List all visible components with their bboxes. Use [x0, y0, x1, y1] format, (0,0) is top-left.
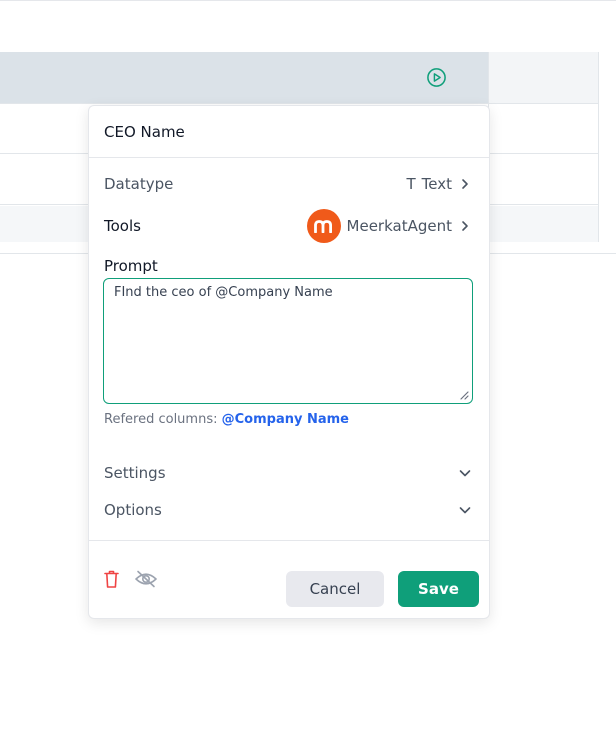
- tools-selector[interactable]: MeerkatAgent: [306, 209, 472, 243]
- tools-label: Tools: [104, 217, 141, 235]
- play-circle-icon[interactable]: [426, 67, 447, 88]
- trash-icon[interactable]: [103, 569, 120, 589]
- prompt-text: FInd the ceo of @Company Name: [114, 285, 333, 300]
- m-letter-icon: [313, 220, 332, 233]
- referred-columns: Refered columns: @Company Name: [104, 412, 349, 427]
- datatype-row[interactable]: Datatype T Text: [104, 173, 472, 195]
- prompt-textarea[interactable]: FInd the ceo of @Company Name: [103, 278, 473, 404]
- save-button[interactable]: Save: [398, 571, 479, 607]
- text-type-icon: T: [406, 175, 416, 193]
- column-name[interactable]: CEO Name: [104, 123, 185, 141]
- chevron-down-icon[interactable]: [458, 466, 472, 480]
- datatype-selector[interactable]: T Text: [406, 175, 472, 193]
- options-label: Options: [104, 501, 162, 519]
- referred-columns-label: Refered columns:: [104, 412, 218, 427]
- column-editor-popover: CEO Name Datatype T Text Tools MeerkatAg…: [88, 105, 490, 619]
- divider: [89, 157, 489, 158]
- settings-row[interactable]: Settings: [104, 462, 472, 484]
- column-header[interactable]: [0, 52, 488, 103]
- options-row[interactable]: Options: [104, 499, 472, 521]
- chevron-right-icon: [462, 221, 468, 231]
- cancel-button[interactable]: Cancel: [286, 571, 384, 607]
- top-border: [0, 0, 616, 1]
- agent-name: MeerkatAgent: [346, 217, 452, 235]
- datatype-label: Datatype: [104, 175, 174, 193]
- resize-handle-icon[interactable]: [459, 390, 469, 400]
- datatype-value: Text: [421, 175, 452, 193]
- chevron-right-icon: [462, 179, 468, 189]
- eye-off-icon[interactable]: [134, 569, 158, 589]
- column-header-next[interactable]: [489, 52, 598, 103]
- tools-row[interactable]: Tools MeerkatAgent: [104, 208, 472, 244]
- meerkat-agent-logo: [306, 209, 341, 243]
- column-divider: [598, 52, 599, 242]
- prompt-label: Prompt: [104, 257, 158, 275]
- chevron-down-icon[interactable]: [458, 503, 472, 517]
- referred-column-link[interactable]: @Company Name: [222, 412, 349, 427]
- divider: [89, 540, 489, 541]
- settings-label: Settings: [104, 464, 166, 482]
